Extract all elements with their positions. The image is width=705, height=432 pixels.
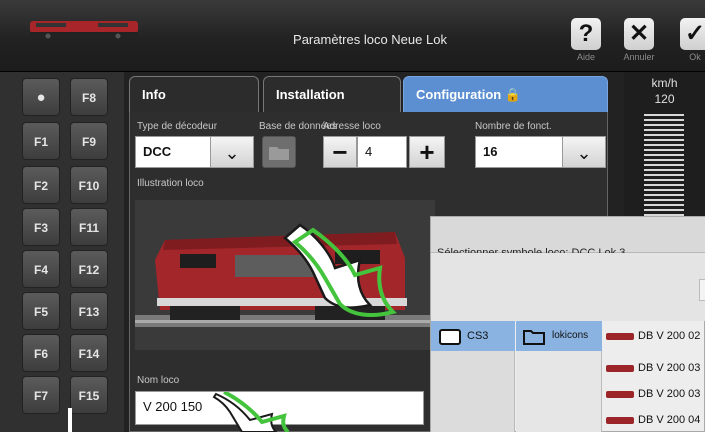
function-label: F13 [78, 305, 100, 319]
function-button-f13[interactable]: F13 [70, 292, 108, 330]
address-label: Adresse loco [323, 121, 381, 132]
illustration-label: Illustration loco [137, 178, 204, 189]
folder-icon [523, 330, 545, 345]
tab-label: Configuration [416, 87, 502, 102]
function-label: F8 [81, 91, 96, 105]
function-label: F5 [33, 305, 48, 319]
light-function-button[interactable]: ● [22, 78, 60, 116]
decoder-type-label: Type de décodeur [137, 121, 218, 132]
pointer-hand-icon [212, 392, 290, 432]
light-icon: ● [36, 89, 46, 106]
loco-thumbnail-icon[interactable] [28, 18, 140, 40]
page-title: Paramètres loco Neue Lok [293, 32, 447, 47]
function-button-f3[interactable]: F3 [22, 208, 60, 246]
address-input[interactable]: 4 [357, 136, 407, 168]
function-button-f1[interactable]: F1 [22, 122, 60, 160]
function-label: F1 [33, 135, 48, 149]
functions-count-select[interactable]: 16 [475, 136, 563, 168]
functions-count-label: Nombre de fonct. [475, 121, 552, 132]
loco-symbol-icon [606, 365, 634, 372]
tab-label: Installation [276, 87, 345, 102]
function-label: F6 [33, 347, 48, 361]
database-button[interactable] [262, 136, 296, 168]
tab-info[interactable]: Info [129, 76, 259, 112]
function-label: F14 [78, 347, 100, 361]
function-button-f6[interactable]: F6 [22, 334, 60, 372]
function-label: F2 [33, 179, 48, 193]
function-button-f5[interactable]: F5 [22, 292, 60, 330]
function-label: F15 [78, 389, 100, 403]
speed-unit: km/h [651, 76, 678, 90]
preview-thumbnail[interactable] [699, 279, 705, 301]
cancel-button[interactable]: ✕ [624, 18, 654, 50]
loco-symbol-icon [606, 417, 634, 424]
speed-value: 120 [654, 92, 675, 106]
title-bar: Paramètres loco Neue Lok ? Aide ✕ Annule… [0, 0, 705, 72]
tab-label: Info [142, 87, 166, 102]
function-label: F9 [81, 135, 96, 149]
loco-symbol-icon [606, 391, 634, 398]
help-label: Aide [576, 52, 595, 62]
function-label: F7 [33, 389, 48, 403]
help-button[interactable]: ? [571, 18, 601, 50]
cancel-label: Annuler [623, 52, 655, 62]
source-item-cs3[interactable]: CS3 [431, 321, 515, 351]
scroll-handle[interactable] [68, 408, 72, 432]
tab-installation[interactable]: Installation [263, 76, 401, 112]
tab-configuration[interactable]: Configuration 🔒 [403, 76, 608, 112]
function-button-f2[interactable]: F2 [22, 166, 60, 204]
function-label: F10 [78, 179, 100, 193]
loco-symbol-item[interactable]: DB V 200 04 [604, 411, 705, 431]
folder-item-lokicons[interactable]: lokicons [516, 321, 602, 351]
address-decrement-button[interactable]: − [323, 136, 357, 168]
dialog-preview-area [431, 253, 705, 321]
function-label: F3 [33, 221, 48, 235]
loco-symbol-label: DB V 200 03 [638, 388, 701, 400]
lock-icon: 🔒 [504, 87, 522, 102]
function-label: F11 [78, 221, 99, 235]
loco-symbol-item[interactable]: DB V 200 02 [604, 327, 705, 347]
chevron-down-icon: ⌄ [224, 143, 240, 163]
ok-button[interactable]: ✓ [680, 18, 705, 50]
name-label: Nom loco [137, 375, 180, 386]
function-button-f14[interactable]: F14 [70, 334, 108, 372]
function-button-f8[interactable]: F8 [70, 78, 108, 116]
function-button-f9[interactable]: F9 [70, 122, 108, 160]
folder-label: lokicons [552, 330, 589, 341]
address-increment-button[interactable]: + [409, 136, 445, 168]
function-button-f7[interactable]: F7 [22, 376, 60, 414]
function-button-f11[interactable]: F11 [70, 208, 108, 246]
loco-symbol-item[interactable]: DB V 200 03 [604, 385, 705, 405]
symbol-select-dialog: Sélectionner symbole loco: DCC Lok 3 CS3… [430, 216, 705, 432]
loco-symbol-label: DB V 200 02 [638, 330, 701, 342]
function-button-f12[interactable]: F12 [70, 250, 108, 288]
ok-label: Ok [689, 52, 701, 62]
chevron-down-icon: ⌄ [576, 143, 592, 163]
loco-illustration-image[interactable] [135, 200, 435, 350]
cs3-device-icon [439, 329, 461, 345]
decoder-type-select[interactable]: DCC [135, 136, 211, 168]
function-label: F12 [78, 263, 100, 277]
loco-symbol-icon [606, 333, 634, 340]
function-button-f10[interactable]: F10 [70, 166, 108, 204]
function-label: F4 [33, 263, 48, 277]
function-button-f15[interactable]: F15 [70, 376, 108, 414]
loco-symbol-label: DB V 200 04 [638, 414, 701, 426]
folder-icon [269, 147, 289, 160]
loco-symbol-label: DB V 200 03 [638, 362, 701, 374]
source-label: CS3 [467, 330, 489, 342]
function-button-f4[interactable]: F4 [22, 250, 60, 288]
decoder-type-dropdown-button[interactable]: ⌄ [210, 136, 254, 168]
functions-count-dropdown-button[interactable]: ⌄ [562, 136, 606, 168]
loco-symbol-item[interactable]: DB V 200 03 [604, 359, 705, 379]
